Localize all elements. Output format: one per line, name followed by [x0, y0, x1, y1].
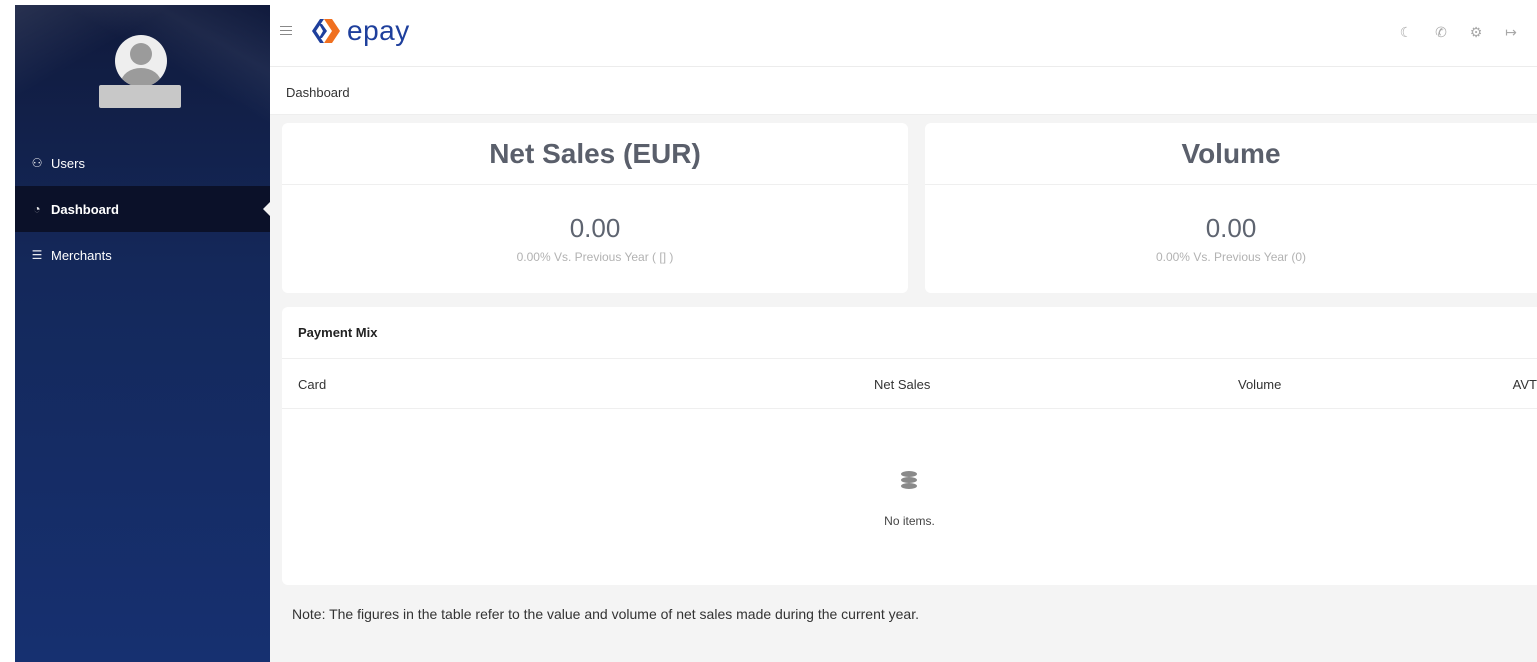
payment-mix-title: Payment Mix [282, 307, 1537, 359]
dashboard-icon: ◔ [33, 202, 41, 216]
net-sales-card: Net Sales (EUR) 0.00 0.00% Vs. Previous … [282, 123, 908, 293]
column-header-volume[interactable]: Volume [1238, 377, 1281, 392]
sidebar-item-label: Users [51, 155, 85, 171]
volume-value: 0.00 [1205, 213, 1257, 243]
phone-icon[interactable]: ✆ [1433, 24, 1449, 40]
users-icon: ⚇ [31, 156, 43, 170]
brand-name: epay [347, 15, 410, 46]
net-sales-title: Net Sales (EUR) [282, 123, 908, 185]
volume-card: Volume 0.00 0.00% Vs. Previous Year (0) [925, 123, 1537, 293]
gear-icon[interactable]: ⚙ [1468, 24, 1484, 40]
net-sales-value: 0.00 [569, 213, 621, 243]
sidebar: ⚇ Users ◔ Dashboard ☰ Merchants [15, 5, 271, 662]
sidebar-item-label: Merchants [51, 247, 112, 263]
merchants-icon: ☰ [31, 248, 43, 262]
breadcrumb-bar: Dashboard [270, 67, 1537, 115]
column-header-avt[interactable]: AVT [1513, 377, 1537, 392]
logo[interactable]: epay [310, 16, 410, 46]
sidebar-item-merchants[interactable]: ☰ Merchants [15, 232, 270, 278]
main-content: Net Sales (EUR) 0.00 0.00% Vs. Previous … [270, 115, 1537, 662]
column-header-card[interactable]: Card [298, 377, 326, 392]
payment-mix-card: Payment Mix Card Net Sales Volume AVT No… [282, 307, 1537, 585]
volume-comparison: 0.00% Vs. Previous Year (0) [1155, 250, 1307, 264]
net-sales-comparison: 0.00% Vs. Previous Year ( [] ) [516, 250, 674, 264]
table-header: Card Net Sales Volume AVT [282, 359, 1537, 409]
header-actions: ☾ ✆ ⚙ ↦ [1379, 24, 1519, 40]
volume-title: Volume [925, 123, 1537, 185]
sidebar-item-users[interactable]: ⚇ Users [15, 140, 270, 186]
avatar-head [130, 43, 152, 65]
database-icon [901, 471, 919, 491]
logout-icon[interactable]: ↦ [1503, 24, 1519, 40]
column-header-net-sales[interactable]: Net Sales [874, 377, 930, 392]
breadcrumb: Dashboard [286, 85, 350, 100]
epay-logo-icon [312, 19, 340, 43]
sidebar-nav: ⚇ Users ◔ Dashboard ☰ Merchants [15, 140, 271, 278]
sidebar-item-dashboard[interactable]: ◔ Dashboard [15, 186, 271, 232]
sidebar-item-label: Dashboard [51, 201, 119, 217]
footnote: Note: The figures in the table refer to … [292, 606, 919, 622]
top-bar: epay ☾ ✆ ⚙ ↦ [270, 0, 1537, 67]
moon-icon[interactable]: ☾ [1398, 24, 1414, 40]
menu-toggle-icon[interactable] [280, 26, 292, 36]
empty-state: No items. [282, 409, 1537, 584]
avatar[interactable] [115, 35, 167, 87]
empty-state-text: No items. [884, 514, 935, 528]
username-placeholder [99, 85, 181, 108]
